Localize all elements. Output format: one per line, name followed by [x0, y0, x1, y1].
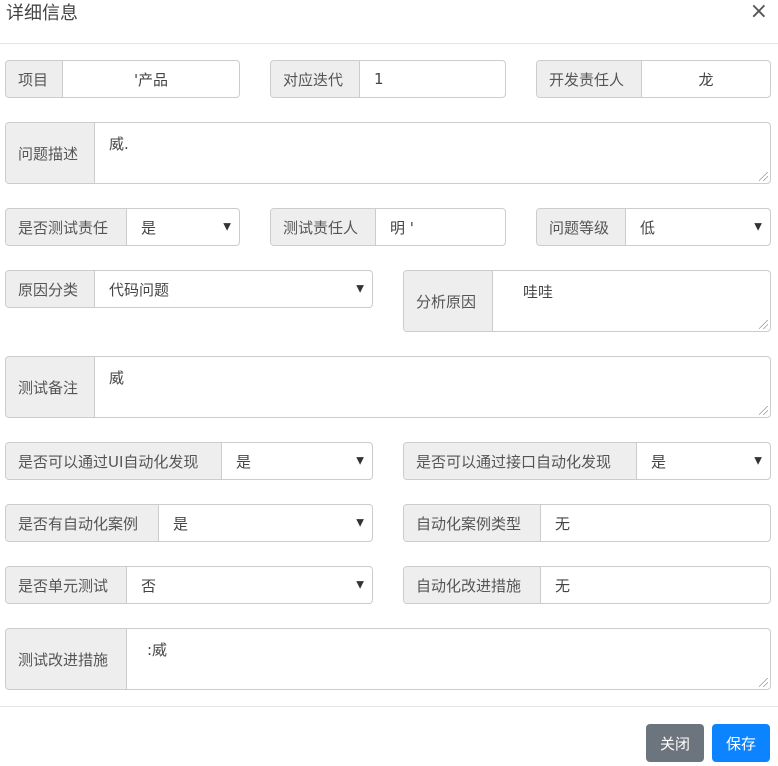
- ui-automation-field: 是否可以通过UI自动化发现 是 ▼: [5, 442, 373, 480]
- dev-owner-field: 开发责任人 龙: [536, 60, 771, 98]
- unit-test-value: 否: [141, 576, 157, 595]
- close-button[interactable]: 关闭: [646, 724, 704, 762]
- description-text: 威.: [109, 135, 129, 153]
- chevron-down-icon: ▼: [754, 455, 762, 467]
- ui-automation-value: 是: [236, 452, 252, 471]
- api-automation-field: 是否可以通过接口自动化发现 是 ▼: [403, 442, 771, 480]
- save-button[interactable]: 保存: [712, 724, 770, 762]
- test-improve-label: 测试改进措施: [6, 629, 127, 689]
- test-remark-textarea[interactable]: 威: [95, 357, 770, 417]
- severity-field: 问题等级 低 ▼: [536, 208, 771, 246]
- analysis-label: 分析原因: [404, 271, 493, 331]
- unit-test-field: 是否单元测试 否 ▼: [5, 566, 373, 604]
- iteration-field: 对应迭代 1: [270, 60, 506, 98]
- has-auto-case-field: 是否有自动化案例 是 ▼: [5, 504, 373, 542]
- description-label: 问题描述: [6, 123, 95, 183]
- test-remark-text: 威: [109, 369, 125, 387]
- is-test-responsible-value: 是: [141, 218, 157, 237]
- auto-improve-field: 自动化改进措施 无: [403, 566, 771, 604]
- test-owner-input[interactable]: 明 ': [376, 209, 505, 245]
- resize-handle-icon[interactable]: [759, 320, 768, 329]
- description-textarea[interactable]: 威.: [95, 123, 770, 183]
- chevron-down-icon: ▼: [223, 221, 231, 233]
- chevron-down-icon: ▼: [356, 579, 364, 591]
- auto-improve-label: 自动化改进措施: [404, 567, 541, 603]
- chevron-down-icon: ▼: [356, 455, 364, 467]
- severity-label: 问题等级: [537, 209, 626, 245]
- test-owner-label: 测试责任人: [271, 209, 376, 245]
- cause-category-select[interactable]: 代码问题 ▼: [95, 271, 372, 307]
- project-label: 项目: [6, 61, 63, 97]
- dev-owner-input[interactable]: 龙: [642, 61, 770, 97]
- unit-test-label: 是否单元测试: [6, 567, 127, 603]
- dialog-footer: 关闭 保存: [0, 706, 778, 766]
- analysis-field: 分析原因 哇哇: [403, 270, 771, 332]
- has-auto-case-label: 是否有自动化案例: [6, 505, 159, 541]
- cause-category-value: 代码问题: [109, 280, 170, 299]
- test-remark-field: 测试备注 威: [5, 356, 771, 418]
- dev-owner-label: 开发责任人: [537, 61, 642, 97]
- auto-case-type-label: 自动化案例类型: [404, 505, 541, 541]
- close-icon[interactable]: ×: [750, 0, 768, 24]
- is-test-responsible-label: 是否测试责任: [6, 209, 127, 245]
- cause-category-field: 原因分类 代码问题 ▼: [5, 270, 373, 308]
- is-test-responsible-select[interactable]: 是 ▼: [127, 209, 239, 245]
- severity-value: 低: [640, 218, 656, 237]
- has-auto-case-select[interactable]: 是 ▼: [159, 505, 372, 541]
- auto-improve-input[interactable]: 无: [541, 567, 770, 603]
- project-input[interactable]: '产品: [63, 61, 239, 97]
- analysis-textarea[interactable]: 哇哇: [493, 271, 770, 331]
- has-auto-case-value: 是: [173, 514, 189, 533]
- chevron-down-icon: ▼: [356, 517, 364, 529]
- severity-select[interactable]: 低 ▼: [626, 209, 770, 245]
- test-improve-text: :威: [147, 641, 168, 659]
- chevron-down-icon: ▼: [754, 221, 762, 233]
- ui-automation-select[interactable]: 是 ▼: [222, 443, 372, 479]
- api-automation-label: 是否可以通过接口自动化发现: [404, 443, 637, 479]
- description-field: 问题描述 威.: [5, 122, 771, 184]
- api-automation-value: 是: [651, 452, 667, 471]
- cause-category-label: 原因分类: [6, 271, 95, 307]
- analysis-text: 哇哇: [523, 283, 554, 301]
- resize-handle-icon[interactable]: [759, 406, 768, 415]
- test-owner-field: 测试责任人 明 ': [270, 208, 506, 246]
- iteration-input[interactable]: 1: [360, 61, 505, 97]
- unit-test-select[interactable]: 否 ▼: [127, 567, 372, 603]
- iteration-label: 对应迭代: [271, 61, 360, 97]
- test-remark-label: 测试备注: [6, 357, 95, 417]
- api-automation-select[interactable]: 是 ▼: [637, 443, 770, 479]
- resize-handle-icon[interactable]: [759, 678, 768, 687]
- dialog-header: 详细信息 ×: [0, 0, 778, 44]
- resize-handle-icon[interactable]: [759, 172, 768, 181]
- test-improve-textarea[interactable]: :威: [127, 629, 770, 689]
- auto-case-type-field: 自动化案例类型 无: [403, 504, 771, 542]
- auto-case-type-input[interactable]: 无: [541, 505, 770, 541]
- project-field: 项目 '产品: [5, 60, 240, 98]
- dialog-title: 详细信息: [6, 3, 78, 24]
- ui-automation-label: 是否可以通过UI自动化发现: [6, 443, 222, 479]
- chevron-down-icon: ▼: [356, 283, 364, 295]
- is-test-responsible-field: 是否测试责任 是 ▼: [5, 208, 240, 246]
- test-improve-field: 测试改进措施 :威: [5, 628, 771, 690]
